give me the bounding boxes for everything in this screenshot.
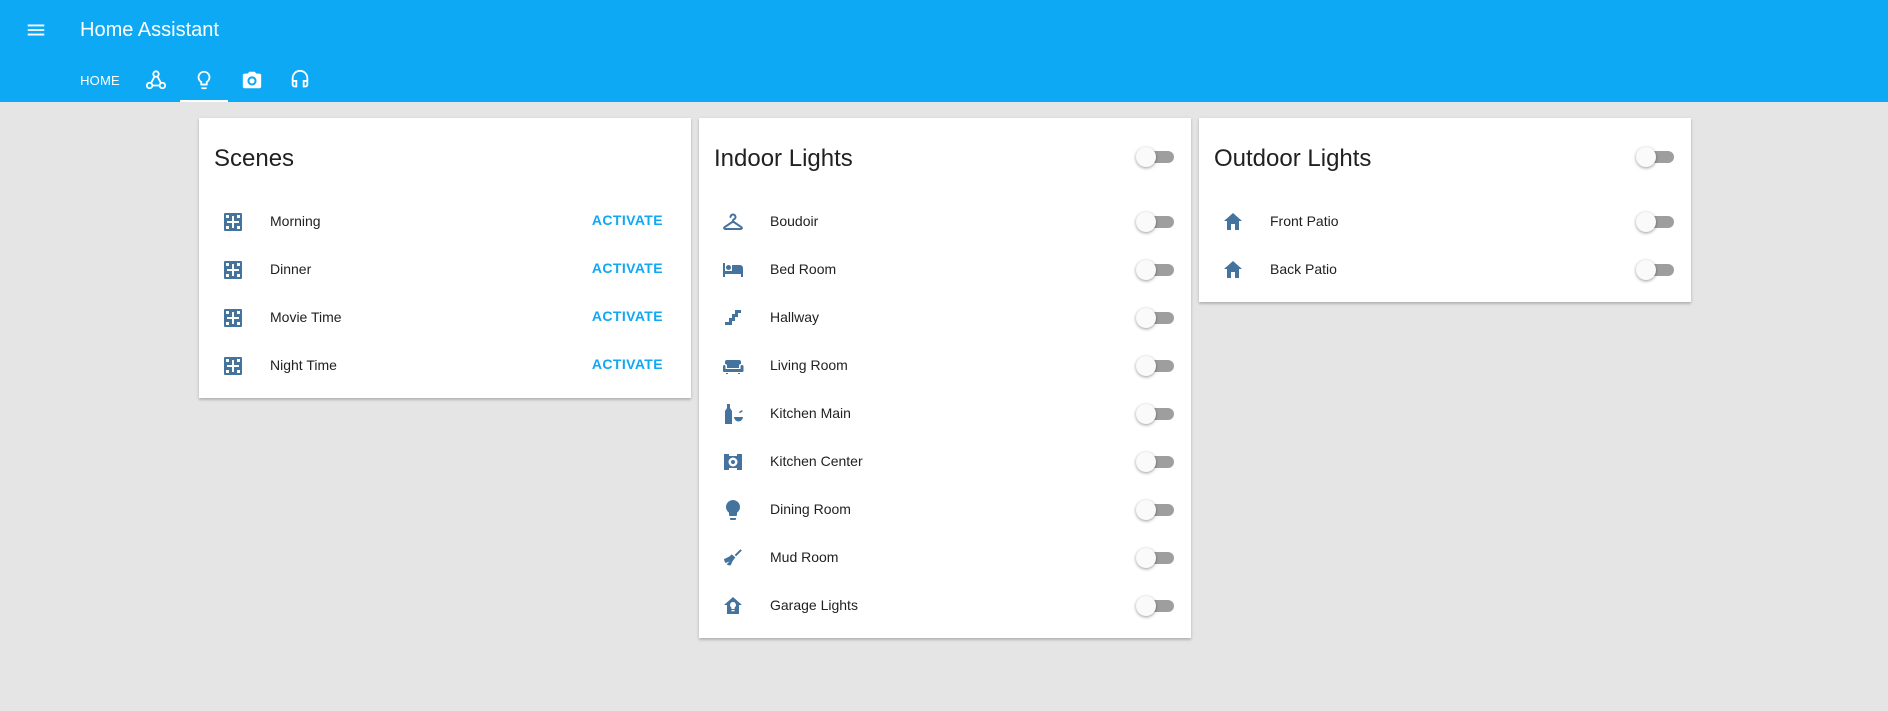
outdoor-lights-card: Outdoor Lights Front Patio Back Patio — [1199, 118, 1691, 302]
light-toggle[interactable] — [1136, 451, 1174, 473]
light-label: Front Patio — [1270, 213, 1339, 229]
sofa-icon — [722, 360, 744, 374]
app-title: Home Assistant — [80, 19, 219, 41]
light-toggle[interactable] — [1636, 211, 1674, 233]
app-header: Home Assistant HOME — [0, 0, 1888, 102]
scene-icon — [224, 357, 242, 375]
tab-home[interactable]: HOME — [68, 58, 132, 102]
indoor-lights-card: Indoor Lights Boudoir Bed Room Hallway L… — [699, 118, 1191, 638]
tab-lights[interactable] — [180, 58, 228, 102]
tab-camera[interactable] — [228, 58, 276, 102]
light-row-front-patio: Front Patio — [1199, 198, 1691, 246]
light-label: Living Room — [770, 357, 848, 373]
light-row-hallway: Hallway — [699, 294, 1191, 342]
scene-label: Morning — [270, 213, 321, 229]
scenes-card: Scenes Morning ACTIVATE Dinner ACTIVATE … — [199, 118, 691, 398]
light-label: Kitchen Center — [770, 453, 863, 469]
activate-button[interactable]: ACTIVATE — [592, 260, 663, 276]
activate-button[interactable]: ACTIVATE — [592, 356, 663, 372]
scene-label: Movie Time — [270, 309, 342, 325]
activate-button[interactable]: ACTIVATE — [592, 308, 663, 324]
view-tabs: HOME — [68, 58, 324, 102]
light-toggle[interactable] — [1136, 211, 1174, 233]
lightbulb-icon — [726, 500, 740, 520]
light-label: Boudoir — [770, 213, 819, 229]
light-row-back-patio: Back Patio — [1199, 246, 1691, 294]
light-row-garage-lights: Garage Lights — [699, 582, 1191, 630]
broom-icon — [724, 549, 742, 566]
light-toggle[interactable] — [1136, 355, 1174, 377]
camera-icon — [242, 71, 262, 89]
card-title: Indoor Lights — [714, 145, 853, 172]
light-toggle[interactable] — [1136, 307, 1174, 329]
projector-icon — [724, 454, 742, 470]
scene-row-movie-time: Movie Time ACTIVATE — [199, 294, 691, 342]
bed-icon — [723, 263, 743, 277]
scene-icon — [224, 213, 242, 231]
light-label: Mud Room — [770, 549, 839, 565]
outdoor-lights-card-header: Outdoor Lights — [1199, 118, 1691, 198]
light-toggle[interactable] — [1136, 259, 1174, 281]
light-row-bed-room: Bed Room — [699, 246, 1191, 294]
card-title: Outdoor Lights — [1214, 145, 1372, 172]
scene-icon — [224, 261, 242, 279]
hanger-icon — [723, 213, 743, 230]
headphones-icon — [291, 69, 309, 88]
tab-group[interactable] — [132, 58, 180, 102]
light-row-kitchen-main: Kitchen Main — [699, 390, 1191, 438]
outdoor-lights-master-toggle[interactable] — [1636, 146, 1674, 168]
group-icon — [145, 70, 167, 90]
light-toggle[interactable] — [1136, 499, 1174, 521]
light-row-dining-room: Dining Room — [699, 486, 1191, 534]
menu-button[interactable] — [22, 16, 50, 44]
scene-row-night-time: Night Time ACTIVATE — [199, 342, 691, 390]
card-title: Scenes — [214, 145, 295, 172]
light-row-mud-room: Mud Room — [699, 534, 1191, 582]
light-label: Dining Room — [770, 501, 851, 517]
stairs-icon — [725, 310, 741, 325]
light-label: Back Patio — [1270, 261, 1337, 277]
activate-button[interactable]: ACTIVATE — [592, 212, 663, 228]
bottle-bowl-icon — [725, 404, 743, 424]
light-toggle[interactable] — [1136, 403, 1174, 425]
tab-media[interactable] — [276, 58, 324, 102]
light-row-living-room: Living Room — [699, 342, 1191, 390]
light-row-kitchen-center: Kitchen Center — [699, 438, 1191, 486]
scene-label: Dinner — [270, 261, 312, 277]
light-row-boudoir: Boudoir — [699, 198, 1191, 246]
light-toggle[interactable] — [1636, 259, 1674, 281]
scene-label: Night Time — [270, 357, 337, 373]
home-lightbulb-icon — [724, 597, 742, 614]
scene-icon — [224, 309, 242, 327]
indoor-lights-card-header: Indoor Lights — [699, 118, 1191, 198]
light-label: Hallway — [770, 309, 820, 325]
light-toggle[interactable] — [1136, 547, 1174, 569]
scene-row-dinner: Dinner ACTIVATE — [199, 246, 691, 294]
scene-row-morning: Morning ACTIVATE — [199, 198, 691, 246]
scenes-card-header: Scenes — [199, 118, 691, 198]
light-label: Garage Lights — [770, 597, 858, 613]
menu-icon — [27, 24, 45, 36]
light-toggle[interactable] — [1136, 595, 1174, 617]
home-icon — [1224, 213, 1242, 230]
lightbulb-outline-icon — [197, 70, 211, 90]
home-icon — [1224, 261, 1242, 278]
light-label: Kitchen Main — [770, 405, 851, 421]
light-label: Bed Room — [770, 261, 837, 277]
indoor-lights-master-toggle[interactable] — [1136, 146, 1174, 168]
